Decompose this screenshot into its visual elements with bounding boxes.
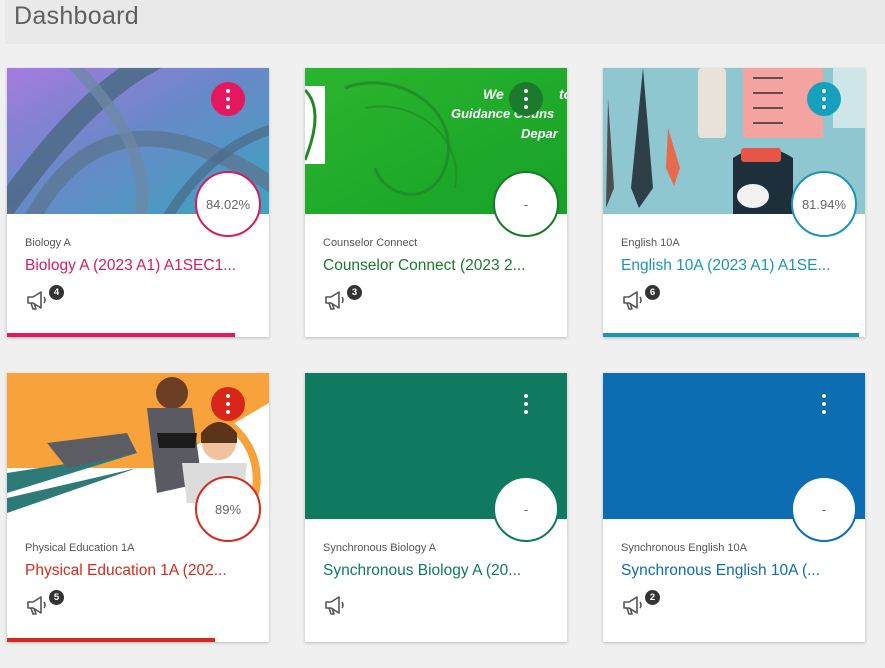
dot-icon	[524, 394, 528, 398]
course-options-button[interactable]	[807, 387, 841, 421]
dot-icon	[226, 97, 230, 101]
course-subtitle: Physical Education 1A	[25, 542, 135, 554]
announcements-button[interactable]: 6	[621, 285, 660, 316]
grade-circle[interactable]: 81.94%	[791, 171, 857, 237]
course-options-button[interactable]	[509, 82, 543, 116]
course-options-button[interactable]	[211, 387, 245, 421]
dot-icon	[226, 402, 230, 406]
grade-circle[interactable]: -	[791, 476, 857, 542]
course-options-button[interactable]	[211, 82, 245, 116]
grade-circle[interactable]: 84.02%	[195, 171, 261, 237]
dot-icon	[822, 394, 826, 398]
course-title-link[interactable]: Synchronous Biology A (20...	[323, 562, 551, 580]
dot-icon	[226, 105, 230, 109]
dot-icon	[822, 410, 826, 414]
course-card-pe[interactable]: 89% Physical Education 1A Physical Educa…	[7, 373, 269, 642]
announcement-count-badge: 6	[645, 285, 660, 300]
course-card-biology[interactable]: 84.02% Biology A Biology A (2023 A1) A1S…	[7, 68, 269, 337]
announcements-button[interactable]: 2	[621, 590, 660, 621]
course-title-link[interactable]: Physical Education 1A (202...	[25, 562, 253, 580]
course-subtitle: English 10A	[621, 237, 680, 249]
hero-text: to	[559, 86, 567, 102]
hero-text: Depar	[521, 126, 558, 141]
progress-bar	[7, 638, 215, 642]
grade-circle[interactable]: 89%	[195, 476, 261, 542]
dot-icon	[822, 105, 826, 109]
course-card-english[interactable]: 81.94% English 10A English 10A (2023 A1)…	[603, 68, 865, 337]
course-title-link[interactable]: Synchronous English 10A (...	[621, 562, 849, 580]
megaphone-icon	[623, 291, 642, 310]
announcements-button[interactable]: 5	[25, 590, 64, 621]
dot-icon	[822, 89, 826, 93]
dot-icon	[226, 89, 230, 93]
course-title-link[interactable]: Counselor Connect (2023 2...	[323, 257, 551, 275]
dot-icon	[524, 89, 528, 93]
dot-icon	[822, 402, 826, 406]
course-card-counselor[interactable]: We to Guidance Couns Depar - Counselor C…	[305, 68, 567, 337]
announcement-count-badge: 4	[49, 285, 64, 300]
grade-circle[interactable]: -	[493, 171, 559, 237]
course-card-sync-english[interactable]: - Synchronous English 10A Synchronous En…	[603, 373, 865, 642]
dot-icon	[524, 402, 528, 406]
course-subtitle: Synchronous English 10A	[621, 542, 747, 554]
megaphone-icon	[623, 596, 642, 615]
announcements-button[interactable]: 4	[25, 285, 64, 316]
page-title: Dashboard	[14, 2, 140, 30]
course-options-button[interactable]	[509, 387, 543, 421]
hero-text: We	[483, 86, 504, 102]
course-title-link[interactable]: Biology A (2023 A1) A1SEC1...	[25, 257, 253, 275]
dot-icon	[822, 97, 826, 101]
announcement-count-badge: 5	[49, 590, 64, 605]
announcements-button[interactable]: 3	[323, 285, 362, 316]
megaphone-icon	[27, 596, 46, 615]
course-title-link[interactable]: English 10A (2023 A1) A1SE...	[621, 257, 849, 275]
progress-bar	[603, 333, 859, 337]
course-subtitle: Synchronous Biology A	[323, 542, 437, 554]
course-subtitle: Biology A	[25, 237, 71, 249]
progress-bar	[7, 333, 235, 337]
dot-icon	[226, 410, 230, 414]
megaphone-icon	[325, 291, 344, 310]
announcement-count-badge: 2	[645, 590, 660, 605]
dot-icon	[524, 410, 528, 414]
megaphone-icon	[27, 291, 46, 310]
announcement-count-badge: 3	[347, 285, 362, 300]
grade-circle[interactable]: -	[493, 476, 559, 542]
dot-icon	[524, 97, 528, 101]
dot-icon	[524, 105, 528, 109]
course-options-button[interactable]	[807, 82, 841, 116]
course-card-sync-biology[interactable]: - Synchronous Biology A Synchronous Biol…	[305, 373, 567, 642]
page-header: Dashboard	[5, 0, 885, 44]
megaphone-icon	[325, 596, 344, 615]
dot-icon	[226, 394, 230, 398]
course-subtitle: Counselor Connect	[323, 237, 418, 249]
announcements-button[interactable]	[323, 593, 351, 621]
